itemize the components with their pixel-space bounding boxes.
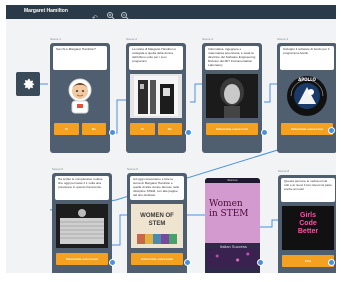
scene-label: Scene 8 bbox=[278, 169, 290, 173]
scene-label: Scene 4 bbox=[277, 37, 289, 41]
scene-label: Scene 1 bbox=[50, 37, 62, 41]
scene-card-6[interactable]: Scene 6 Ad oggi conosciamo e fare la sto… bbox=[127, 167, 187, 273]
girls-code-better-image: Girls Code Better bbox=[282, 206, 334, 250]
connector-port[interactable] bbox=[184, 259, 191, 266]
next-button[interactable]: Schermata successiva bbox=[56, 253, 108, 265]
historic-photo bbox=[130, 74, 182, 118]
scene-text: Sviluppò il software di bordo per il pro… bbox=[280, 46, 334, 70]
scene-text: Ad oggi conosciamo e fare la storia di M… bbox=[130, 176, 184, 200]
connector-port[interactable] bbox=[185, 129, 192, 136]
connector-port[interactable] bbox=[257, 259, 264, 266]
apollo-logo-text: APOLLO bbox=[298, 77, 316, 82]
phone-pattern bbox=[207, 248, 258, 268]
connector-port[interactable] bbox=[328, 127, 335, 134]
zoom-out-icon[interactable] bbox=[120, 7, 129, 20]
next-button[interactable]: Schermata successiva bbox=[206, 123, 258, 135]
top-bar: Margaret Hamilton ↶ bbox=[6, 5, 336, 22]
end-button[interactable]: Fine bbox=[282, 255, 334, 267]
scene-text: Ha scritto le complessive routine che og… bbox=[55, 176, 109, 200]
portrait-photo bbox=[206, 74, 258, 118]
connector-port[interactable] bbox=[328, 259, 335, 266]
yes-button[interactable]: Sì bbox=[54, 123, 79, 135]
connector-port[interactable] bbox=[109, 129, 116, 136]
next-button[interactable]: Schermata successiva bbox=[281, 123, 333, 135]
connector-port[interactable] bbox=[261, 129, 268, 136]
scene-text: La storia di Margaret Hamilton è collega… bbox=[129, 46, 183, 70]
scene-card-8[interactable]: Scene 8 Questa persone le vedrai ormai t… bbox=[278, 169, 336, 273]
zoom-in-icon[interactable] bbox=[106, 7, 115, 20]
answer-buttons: Schermata successiva bbox=[131, 253, 183, 265]
scene-card-1[interactable]: Scene 1 Sai chi è Margaret Hamilton? Sì … bbox=[50, 37, 110, 153]
women-of-stem-image: WOMEN OF STEM bbox=[131, 204, 183, 248]
no-button[interactable]: No bbox=[157, 123, 182, 135]
scene-card-2[interactable]: Scene 2 La storia di Margaret Hamilton è… bbox=[126, 37, 186, 153]
answer-buttons: Schermata successiva bbox=[56, 253, 108, 265]
next-button[interactable]: Schermata successiva bbox=[131, 253, 183, 265]
toolbar: ↶ bbox=[92, 7, 129, 22]
answer-buttons: Schermata successiva bbox=[281, 123, 333, 135]
settings-button[interactable] bbox=[16, 72, 40, 96]
phone-preview[interactable]: Welcome Women in STEM Italian Success bbox=[205, 178, 260, 273]
connector-port[interactable] bbox=[109, 259, 116, 266]
stack-of-code-photo bbox=[56, 204, 108, 248]
scene-card-4[interactable]: Scene 4 Sviluppò il software di bordo pe… bbox=[277, 37, 336, 153]
scene-text: Questa persone le vedrai ormai tutti e a… bbox=[281, 178, 335, 202]
scene-label: Scene 2 bbox=[126, 37, 138, 41]
scene-card-3[interactable]: Scene 3 Informatica, ingegnere e matemat… bbox=[202, 37, 262, 153]
project-title: Margaret Hamilton bbox=[24, 8, 68, 14]
scene-label: Scene 5 bbox=[52, 167, 64, 171]
scene-text: Informatica, ingegnere e matematica amer… bbox=[205, 46, 259, 70]
scene-text: Sai chi è Margaret Hamilton? bbox=[53, 46, 107, 70]
gear-icon bbox=[23, 78, 34, 89]
scene-label: Scene 6 bbox=[127, 167, 139, 171]
answer-buttons: Fine bbox=[282, 255, 334, 267]
answer-buttons: Sì No bbox=[54, 123, 106, 135]
undo-icon[interactable]: ↶ bbox=[92, 7, 101, 22]
answer-buttons: Sì No bbox=[130, 123, 182, 135]
scene-card-5[interactable]: Scene 5 Ha scritto le complessive routin… bbox=[52, 167, 112, 273]
astronaut-avatar bbox=[54, 74, 106, 118]
girls-code-text: Girls Code Better bbox=[297, 212, 319, 235]
flow-editor: Margaret Hamilton ↶ Scene 1 Sai chi è Ma… bbox=[6, 5, 336, 273]
women-of-stem-text: WOMEN OF STEM bbox=[140, 213, 174, 227]
no-button[interactable]: No bbox=[81, 123, 106, 135]
scene-label: Scene 3 bbox=[202, 37, 214, 41]
apollo-logo: APOLLO bbox=[281, 74, 333, 118]
phone-title: Women in STEM bbox=[209, 199, 249, 219]
yes-button[interactable]: Sì bbox=[130, 123, 155, 135]
answer-buttons: Schermata successiva bbox=[206, 123, 258, 135]
